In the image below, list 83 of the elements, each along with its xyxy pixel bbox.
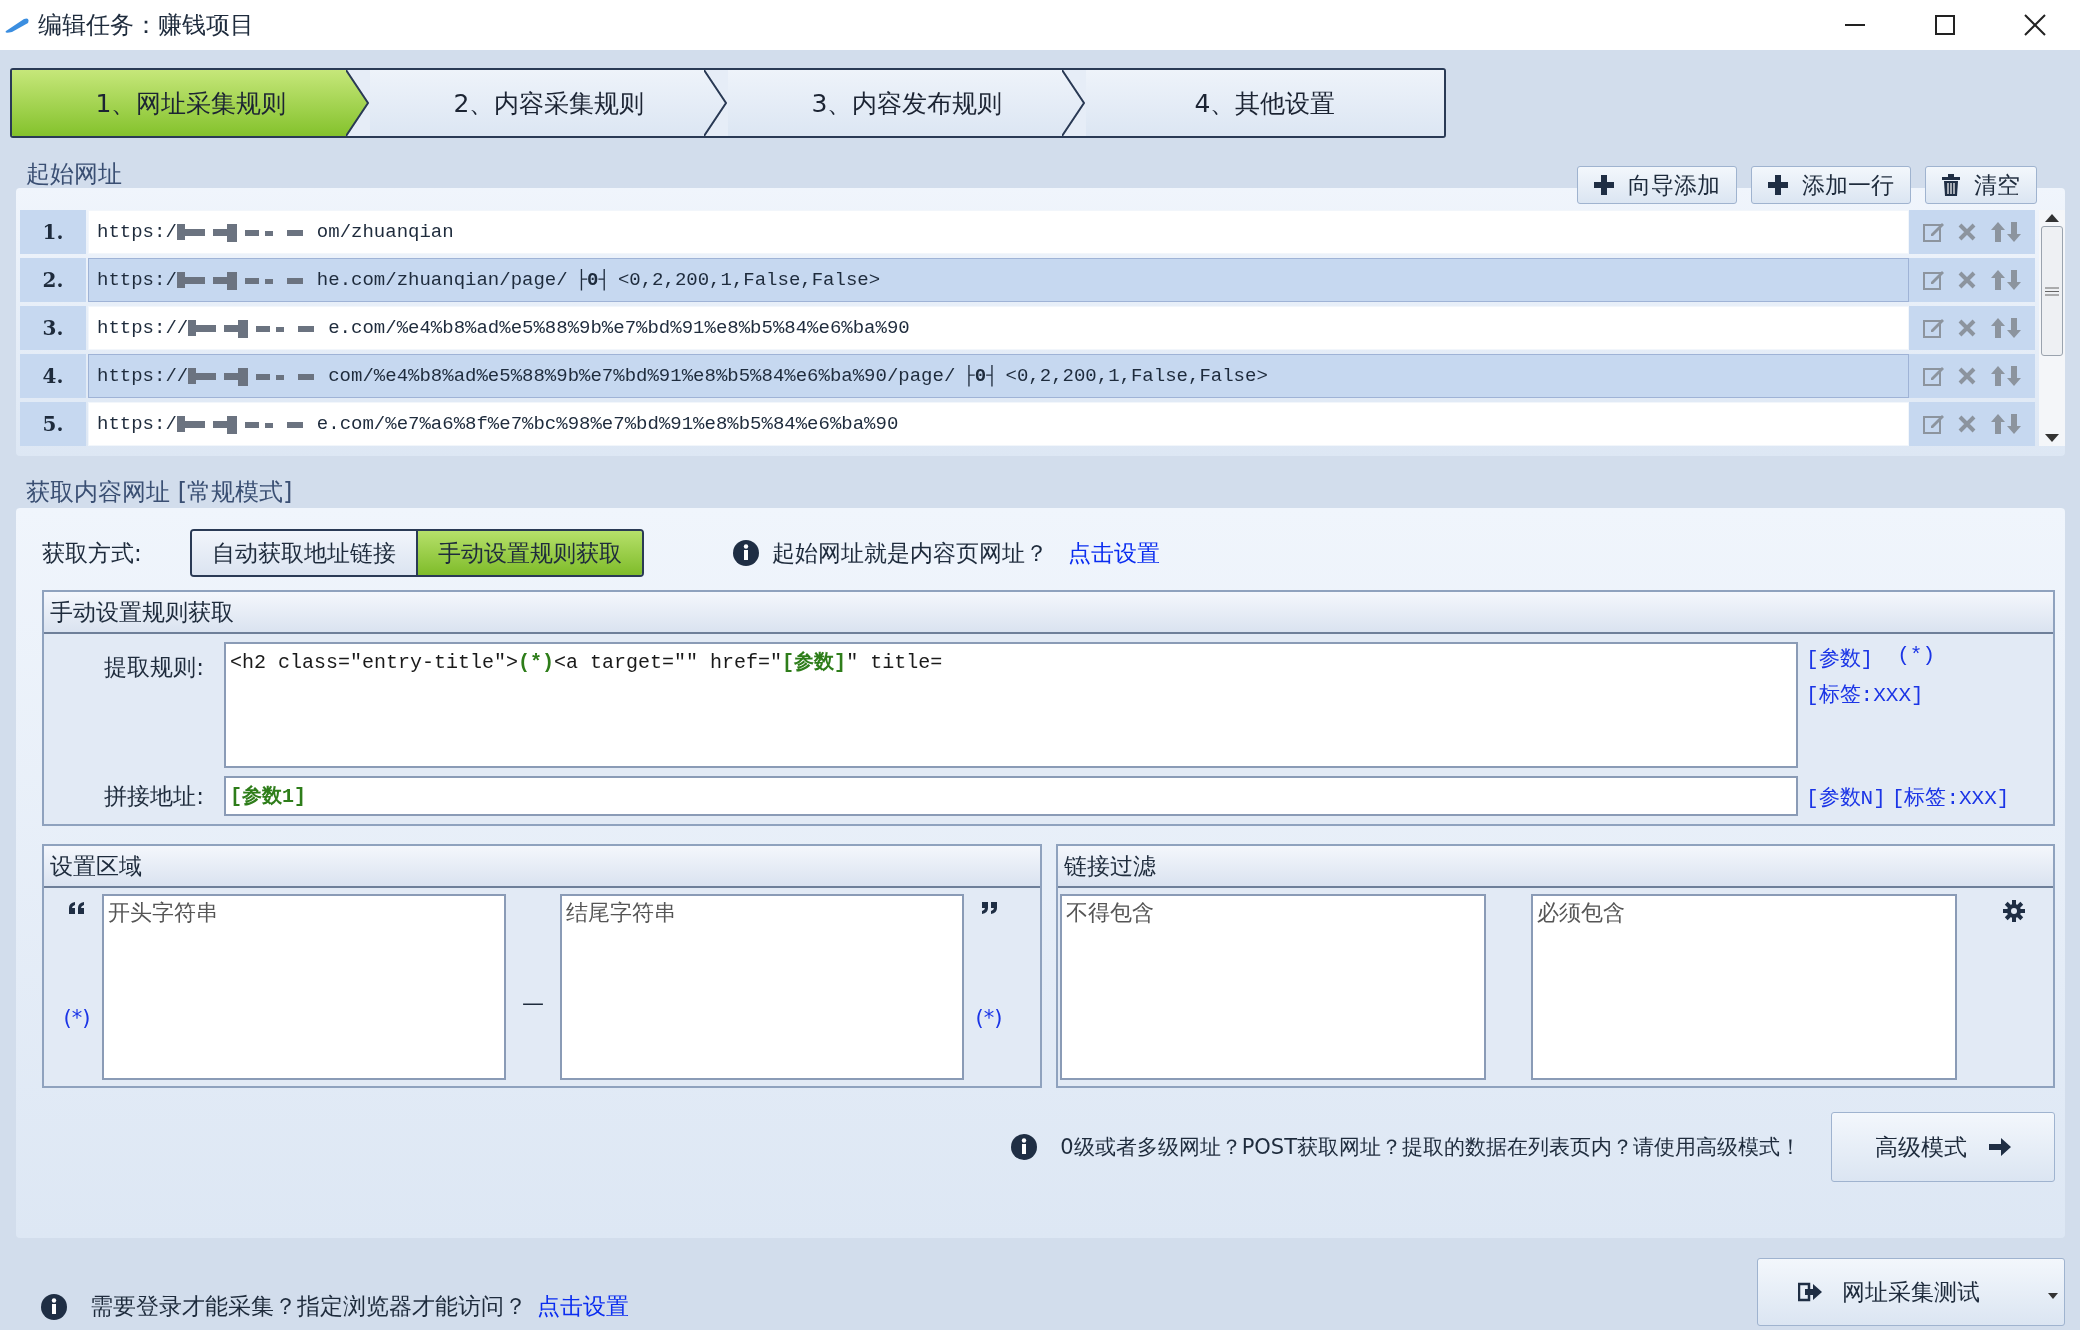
hint-text: 0级或者多级网址？POST获取网址？提取的数据在列表页内？请使用高级模式！ <box>1060 1134 1801 1161</box>
plus-icon <box>1594 175 1614 195</box>
wildcard-token[interactable]: (*) <box>63 1006 91 1030</box>
close-icon[interactable] <box>2024 14 2046 36</box>
scroll-thumb[interactable] <box>2041 226 2063 356</box>
trash-icon <box>1942 174 1960 196</box>
step-tab[interactable]: 2、内容采集规则 <box>370 70 728 136</box>
insert-link[interactable]: [标签:XXX] <box>1806 680 1924 708</box>
info-icon <box>731 539 760 567</box>
url-field[interactable]: https:// com/%e4%b8%ad%e5%88%9b%e7%bd%91%e8%b5%84%e6%ba%90/page/ ├0┤ <0,2,200,1,False,False> <box>88 354 1909 398</box>
delete-icon[interactable] <box>1958 319 1976 337</box>
step-tab[interactable]: 3、内容发布规则 <box>728 70 1086 136</box>
url-field[interactable]: https:// e.com/%e4%b8%ad%e5%88%9b%e7%bd%91%e8%b5%84%e6%ba%90 <box>88 306 1909 350</box>
info-icon <box>1010 1133 1039 1161</box>
arrow-right-icon <box>1989 1137 2011 1157</box>
panel-title: 设置区域 <box>44 846 1040 888</box>
toolbar-button[interactable]: 清空 <box>1925 166 2037 204</box>
edit-icon[interactable] <box>1922 414 1945 434</box>
scrollbar[interactable] <box>2039 210 2065 446</box>
method-toggle[interactable]: 自动获取地址链接 <box>191 531 416 575</box>
info-icon <box>40 1292 68 1321</box>
row-number: 1. <box>20 210 86 254</box>
delete-icon[interactable] <box>1958 223 1976 241</box>
settings-link[interactable]: 点击设置 <box>1067 537 1160 569</box>
field-label: 拼接地址: <box>103 781 205 811</box>
scroll-up-icon[interactable] <box>2045 214 2059 222</box>
insert-link[interactable]: (*) <box>1897 644 1936 672</box>
row-number: 5. <box>20 402 86 446</box>
end-string-field[interactable]: 结尾字符串 <box>560 894 964 1080</box>
advanced-mode-button[interactable]: 高级模式 <box>1831 1112 2055 1182</box>
include-field[interactable]: 必须包含 <box>1531 894 1958 1080</box>
exclude-field[interactable]: 不得包含 <box>1059 894 1486 1080</box>
edit-icon[interactable] <box>1922 318 1945 338</box>
exit-icon <box>1798 1282 1822 1302</box>
panel-title: 链接过滤 <box>1057 846 2053 888</box>
edit-icon[interactable] <box>1922 270 1945 290</box>
insert-link[interactable]: [参数N] <box>1806 783 1886 811</box>
move-arrows-icon[interactable] <box>1989 222 2022 242</box>
row-number: 2. <box>20 258 86 302</box>
dropdown-caret-icon[interactable] <box>2048 1293 2058 1299</box>
plus-icon <box>1768 175 1788 195</box>
settings-link[interactable]: 点击设置 <box>537 1291 629 1322</box>
window-title: 编辑任务：赚钱项目 <box>38 10 255 41</box>
url-field[interactable]: https:/ e.com/%e7%a6%8f%e7%bc%98%e7%bd%91%e8%b5%84%e6%ba%90 <box>88 402 1909 446</box>
app-logo-icon <box>4 17 30 33</box>
start-string-field[interactable]: 开头字符串 <box>102 894 506 1080</box>
url-test-button[interactable]: 网址采集测试 <box>1757 1258 2065 1326</box>
close-quote-icon <box>981 902 997 914</box>
insert-link[interactable]: [参数] <box>1806 644 1874 672</box>
step-tab[interactable]: 4、其他设置 <box>1086 70 1444 136</box>
move-arrows-icon[interactable] <box>1989 270 2022 290</box>
open-quote-icon <box>69 902 85 914</box>
row-number: 4. <box>20 354 86 398</box>
maximize-icon[interactable] <box>1935 15 1955 35</box>
gear-icon[interactable] <box>2003 900 2025 922</box>
move-arrows-icon[interactable] <box>1989 414 2022 434</box>
delete-icon[interactable] <box>1958 271 1976 289</box>
edit-icon[interactable] <box>1922 366 1945 386</box>
hint-text: 需要登录才能采集？指定浏览器才能访问？ <box>90 1292 527 1321</box>
delete-icon[interactable] <box>1958 415 1976 433</box>
section-title: 获取内容网址 [常规模式] <box>26 477 293 506</box>
method-toggle[interactable]: 手动设置规则获取 <box>415 531 642 575</box>
separator-text: — <box>521 989 545 1015</box>
scroll-down-icon[interactable] <box>2045 434 2059 442</box>
toolbar-button[interactable]: 添加一行 <box>1751 166 1911 204</box>
wildcard-token[interactable]: (*) <box>975 1006 1003 1030</box>
insert-link[interactable]: [标签:XXX] <box>1891 783 2010 811</box>
hint-text: 起始网址就是内容页网址？ <box>771 538 1048 568</box>
row-number: 3. <box>20 306 86 350</box>
url-field[interactable]: https:/ om/zhuanqian <box>88 210 1909 254</box>
section-title: 起始网址 <box>26 159 122 188</box>
field-label: 获取方式: <box>42 538 142 568</box>
rule-field[interactable]: <h2 class="entry-title">(*)<a target="" href="[参数]" title= <box>224 642 1798 768</box>
step-tab[interactable]: 1、网址采集规则 <box>12 70 370 136</box>
field-label: 提取规则: <box>103 653 205 682</box>
join-field[interactable]: [参数1] <box>224 776 1798 816</box>
move-arrows-icon[interactable] <box>1989 366 2022 386</box>
edit-icon[interactable] <box>1922 222 1945 242</box>
delete-icon[interactable] <box>1958 367 1976 385</box>
toolbar-button[interactable]: 向导添加 <box>1577 166 1737 204</box>
url-field[interactable]: https:/ he.com/zhuanqian/page/ ├0┤ <0,2,200,1,False,False> <box>88 258 1909 302</box>
move-arrows-icon[interactable] <box>1989 318 2022 338</box>
panel-title: 手动设置规则获取 <box>44 592 2053 634</box>
